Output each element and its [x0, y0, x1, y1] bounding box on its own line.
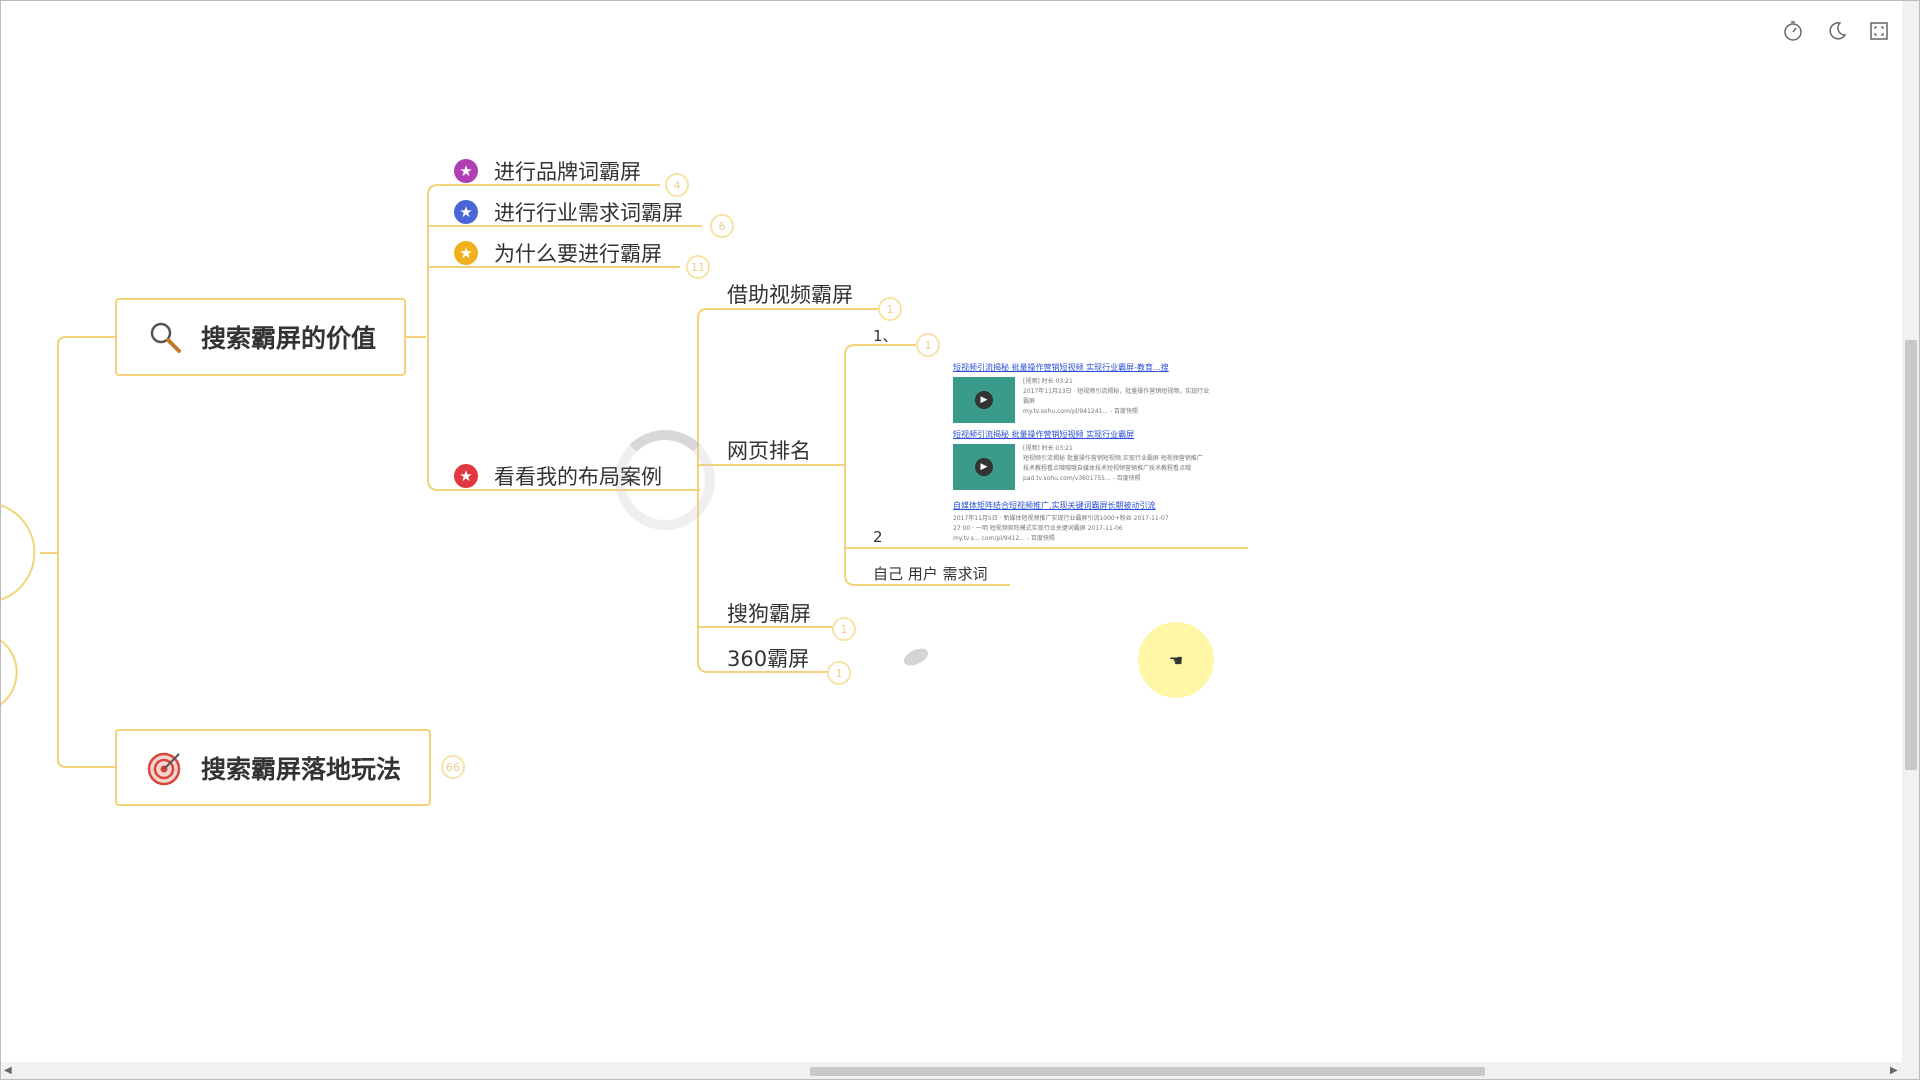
moon-icon[interactable] — [1824, 18, 1850, 44]
collapse-count-badge[interactable]: 4 — [665, 173, 689, 197]
node-video[interactable]: 借助视频霸屏 — [727, 279, 853, 309]
main-node-play[interactable]: 搜索霸屏落地玩法 — [115, 729, 431, 806]
stopwatch-icon[interactable] — [1780, 18, 1806, 44]
topic-brand-word[interactable]: ★ 进行品牌词霸屏 — [454, 156, 641, 186]
node-item-2[interactable]: 2 — [873, 528, 883, 546]
topic-industry-word[interactable]: ★ 进行行业需求词霸屏 — [454, 197, 683, 227]
scroll-left-arrow-icon[interactable]: ◀ — [4, 1065, 12, 1076]
topic-label: 看看我的布局案例 — [494, 465, 662, 489]
main-node-label: 搜索霸屏的价值 — [201, 324, 377, 353]
scroll-right-arrow-icon[interactable]: ▶ — [1890, 1065, 1898, 1076]
result-desc: 2017年11月23日 · 短视频引流揭秘，批量操作营销短视频，实现行业 — [1023, 388, 1210, 395]
search-result-item: 短视频引流揭秘 批量操作营销短视频 实现行业霸屏 ▶ [视频] 时长 03:21… — [953, 429, 1243, 490]
collapse-count-badge[interactable]: 66 — [441, 755, 465, 779]
collapse-count-badge[interactable]: 11 — [686, 255, 710, 279]
result-desc: 27 00 · 一明 短视频矩阵模式实现行业关键词霸屏 2017-11-06 — [953, 525, 1123, 532]
collapse-count-badge[interactable]: 1 — [827, 661, 851, 685]
star-icon: ★ — [454, 200, 478, 224]
topic-label: 为什么要进行霸屏 — [494, 242, 662, 266]
result-url: my.tv.sohu.com/pl/941241... - 百度快照 — [1023, 408, 1139, 415]
horizontal-scrollbar[interactable]: ◀ ▶ — [0, 1062, 1920, 1080]
result-title: 短视频引流揭秘 批量操作营销短视频 实现行业霸屏 — [953, 430, 1135, 439]
result-desc: 短视频引流揭秘 批量操作营销短视频,实现行业霸屏 短视频营销推广 — [1023, 455, 1203, 462]
main-node-value[interactable]: 搜索霸屏的价值 — [115, 298, 406, 376]
play-icon: ▶ — [975, 391, 993, 409]
node-360[interactable]: 360霸屏 — [727, 643, 809, 673]
video-thumbnail: ▶ — [953, 444, 1015, 490]
fullscreen-icon[interactable] — [1866, 18, 1892, 44]
star-icon: ★ — [454, 159, 478, 183]
node-sogou[interactable]: 搜狗霸屏 — [727, 598, 811, 628]
play-icon: ▶ — [975, 458, 993, 476]
topic-label: 进行行业需求词霸屏 — [494, 201, 683, 225]
result-desc: 2017年11月5日 · 新媒体短视频推广实现行业霸屏引流1000+粉丝 201… — [953, 515, 1169, 522]
result-title: 自媒体矩阵结合短视频推广,实现关键词霸屏长期被动引流 — [953, 501, 1156, 510]
hand-cursor-icon: ☚ — [1168, 650, 1184, 670]
result-meta: [视频] 时长 03:21 — [1023, 445, 1073, 452]
topic-why[interactable]: ★ 为什么要进行霸屏 — [454, 238, 662, 268]
topic-label: 进行品牌词霸屏 — [494, 160, 641, 184]
result-url: my.tv.s... com/pl/9412... - 百度快照 — [953, 535, 1055, 542]
star-icon: ★ — [454, 241, 478, 265]
node-webpage-rank[interactable]: 网页排名 — [727, 435, 811, 465]
video-thumbnail: ▶ — [953, 377, 1015, 423]
result-desc: 技术教程看点哦哦哦自媒体技术短视频营销推广技术教程看点哦 — [1023, 465, 1192, 472]
horizontal-scroll-thumb[interactable] — [810, 1067, 1485, 1076]
mindmap-canvas[interactable]: 搜索霸屏的价值 搜索霸屏落地玩法 66 ★ 进行品牌词霸屏 4 ★ 进行行业需求… — [0, 0, 1920, 1080]
node-self-user-demand[interactable]: 自己 用户 需求词 — [873, 563, 988, 584]
collapse-count-badge[interactable]: 1 — [916, 333, 940, 357]
vertical-scroll-thumb[interactable] — [1905, 340, 1917, 770]
search-result-item: 自媒体矩阵结合短视频推广,实现关键词霸屏长期被动引流 2017年11月5日 · … — [953, 500, 1243, 544]
collapse-count-badge[interactable]: 6 — [710, 214, 734, 238]
search-result-item: 短视频引流揭秘 批量操作营销短视频 实现行业霸屏-教育...搜 ▶ [视频] 时… — [953, 362, 1243, 423]
result-title: 短视频引流揭秘 批量操作营销短视频 实现行业霸屏-教育...搜 — [953, 363, 1169, 372]
topic-case[interactable]: ★ 看看我的布局案例 — [454, 461, 662, 491]
main-node-label: 搜索霸屏落地玩法 — [201, 754, 402, 784]
collapse-count-badge[interactable]: 1 — [878, 297, 902, 321]
result-url: pad.tv.sohu.com/v3601755... - 百度快照 — [1023, 475, 1141, 482]
result-desc: 霸屏 — [1023, 398, 1036, 405]
collapse-count-badge[interactable]: 1 — [832, 617, 856, 641]
magnifier-icon — [147, 319, 183, 355]
star-icon: ★ — [454, 464, 478, 488]
target-icon — [147, 750, 183, 786]
vertical-scrollbar[interactable] — [1902, 0, 1920, 1062]
result-meta: [视频] 时长 03:21 — [1023, 378, 1073, 385]
cursor-highlight: ☚ — [1138, 622, 1214, 698]
node-item-1[interactable]: 1、 — [873, 325, 898, 346]
